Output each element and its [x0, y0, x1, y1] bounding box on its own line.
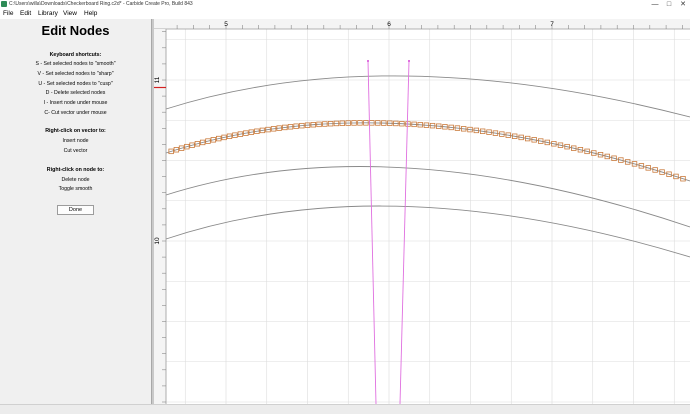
node-menu-heading: Right-click on node to: [46, 167, 105, 173]
vector-arc-inner[interactable] [165, 166, 690, 228]
shortcut-insert: I - Insert node under mouse [43, 100, 108, 106]
ruler-ticks [162, 25, 683, 403]
y-ruler-label-11: 11 [154, 76, 161, 83]
maximize-icon[interactable]: □ [662, 0, 676, 9]
edit-nodes-panel: Edit Nodes Keyboard shortcuts: S - Set s… [0, 19, 151, 404]
vector-arc-selected[interactable] [165, 122, 690, 182]
x-ruler-label-7: 7 [550, 21, 554, 28]
vector-arc-innermost[interactable] [165, 205, 690, 258]
vector-action-insert-node: Insert node [62, 138, 89, 144]
minimize-icon[interactable]: — [648, 0, 662, 9]
node-action-toggle-smooth: Toggle smooth [58, 185, 93, 192]
keyboard-shortcuts-heading: Keyboard shortcuts: [49, 52, 102, 58]
left-ruler [154, 29, 166, 404]
title-bar: C:\Users\willa\Downloads\Checkerboard Ri… [0, 0, 690, 9]
menu-edit[interactable]: Edit [20, 9, 31, 19]
toolpath-line-left [367, 60, 377, 404]
toolpath-line-right [399, 60, 410, 404]
shortcut-cut: C- Cut vector under mouse [44, 109, 107, 116]
y-ruler-label-10: 10 [154, 237, 161, 245]
menu-library[interactable]: Library [38, 9, 58, 19]
panel-title: Edit Nodes [41, 23, 110, 38]
toolpath-endpoint-left[interactable] [367, 60, 369, 62]
canvas-drawing: 5 6 7 11 10 [154, 19, 690, 404]
node-action-delete: Delete node [61, 176, 90, 183]
shortcut-smooth: S - Set selected nodes to "smooth" [35, 61, 116, 67]
vector-arc-outer[interactable] [165, 75, 690, 118]
shortcut-sharp: V - Set selected nodes to "sharp" [37, 71, 114, 77]
top-ruler [154, 19, 690, 29]
design-canvas[interactable]: 5 6 7 11 10 [154, 19, 690, 404]
menu-help[interactable]: Help [84, 9, 97, 19]
close-icon[interactable]: ✕ [676, 0, 690, 9]
status-bar [0, 404, 690, 414]
menu-bar: File Edit Library View Help [0, 9, 690, 19]
shortcut-cusp: U - Set selected nodes to "cusp" [38, 80, 113, 87]
menu-file[interactable]: File [3, 9, 13, 19]
selected-node-handles[interactable] [168, 120, 686, 182]
toolpath-endpoint-right[interactable] [408, 60, 410, 62]
vector-action-cut-vector: Cut vector [63, 148, 88, 154]
x-ruler-label-6: 6 [387, 21, 391, 28]
app-icon [1, 1, 7, 7]
vector-menu-heading: Right-click on vector to: [45, 128, 106, 134]
shortcut-delete: D - Delete selected nodes [45, 90, 106, 96]
window-title: C:\Users\willa\Downloads\Checkerboard Ri… [9, 1, 193, 7]
done-button[interactable]: Done [57, 205, 94, 215]
x-ruler-label-5: 5 [224, 21, 228, 28]
grid-lines [166, 29, 690, 404]
menu-view[interactable]: View [63, 9, 77, 19]
